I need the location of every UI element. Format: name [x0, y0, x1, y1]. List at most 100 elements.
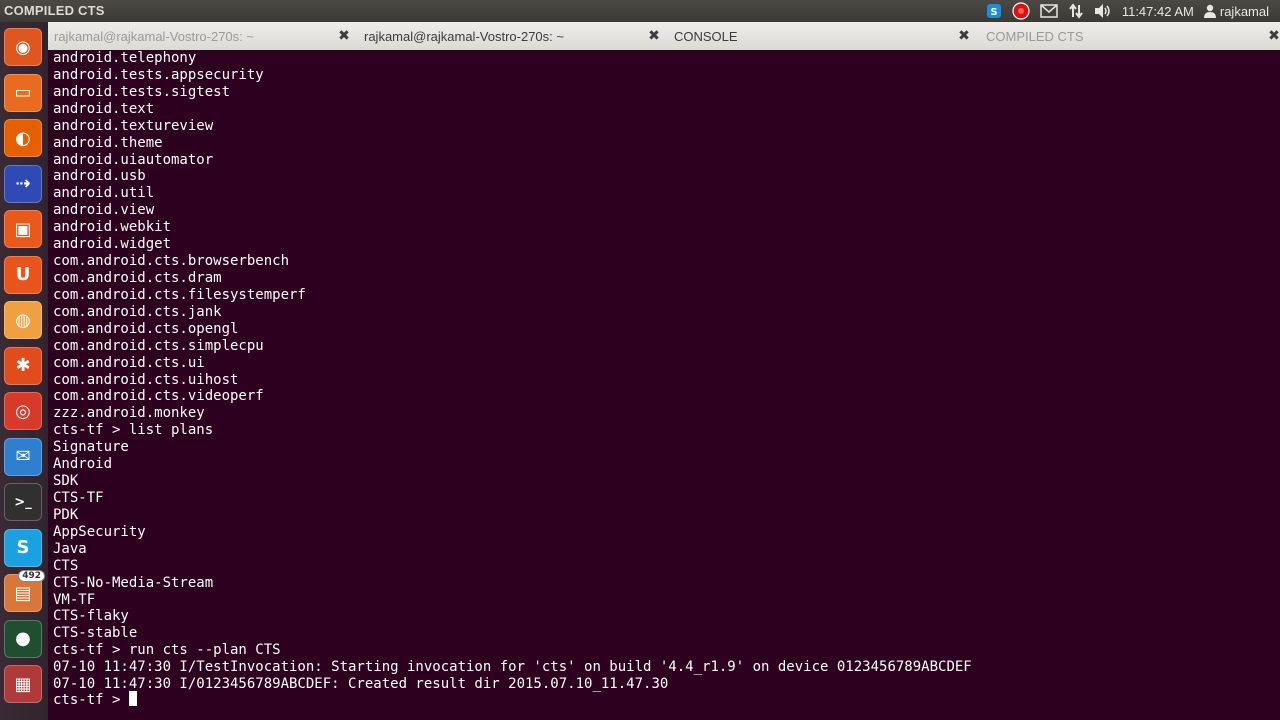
- prompt-text: cts-tf >: [53, 692, 129, 708]
- dash-home-icon[interactable]: ◉: [4, 28, 42, 66]
- volume-icon[interactable]: [1089, 0, 1117, 22]
- record-icon[interactable]: [1007, 0, 1035, 22]
- ubuntu-software-icon-glyph: ▣: [14, 218, 32, 240]
- thunderbird-icon[interactable]: ✉: [4, 437, 42, 476]
- top-panel: COMPILED CTS S 11:47:42 AM rajkamal: [0, 0, 1280, 22]
- clock[interactable]: 11:47:42 AM: [1117, 0, 1199, 22]
- window-title: COMPILED CTS: [4, 3, 105, 18]
- terminal-line: CTS-TF: [53, 489, 104, 506]
- terminal-line: 07-10 11:47:30 I/0123456789ABCDEF: Creat…: [53, 676, 669, 693]
- tab-compiled-cts[interactable]: COMPILED CTS: [986, 22, 1266, 50]
- skype-tray-icon[interactable]: S: [981, 0, 1007, 22]
- terminal-lines: android.telephony android.tests.appsecuri…: [53, 50, 972, 693]
- mail-icon[interactable]: [1035, 0, 1063, 22]
- user-menu[interactable]: rajkamal: [1199, 0, 1274, 22]
- tab-label: rajkamal@rajkamal-Vostro-270s: ~: [364, 28, 564, 44]
- close-tab-1-icon[interactable]: ✖: [336, 28, 352, 44]
- terminal-output[interactable]: android.telephony android.tests.appsecuri…: [48, 50, 1280, 720]
- close-tab-3-icon[interactable]: ✖: [956, 28, 972, 44]
- workspace-switcher-icon[interactable]: ▦: [4, 665, 42, 703]
- terminal-line: SDK: [53, 473, 79, 490]
- terminal-line: com.android.cts.browserbench: [53, 253, 290, 270]
- scrollbar[interactable]: [1270, 50, 1280, 720]
- close-tab-4-icon[interactable]: ✖: [1266, 28, 1280, 44]
- user-icon: [1203, 4, 1216, 18]
- terminal-line: com.android.cts.opengl: [53, 320, 239, 337]
- workspace-switcher-icon-glyph: ▦: [14, 673, 32, 695]
- terminal-line: android.text: [53, 100, 155, 117]
- update-manager-icon[interactable]: ▤ 492: [4, 571, 44, 612]
- skype-icon-glyph: S: [16, 537, 30, 558]
- remote-desktop-icon-glyph: ⇢: [15, 173, 31, 194]
- terminal-line: com.android.cts.simplecpu: [53, 337, 264, 354]
- system-settings-icon-glyph: ✱: [15, 355, 31, 376]
- terminal-line: 07-10 11:47:30 I/TestInvocation: Startin…: [53, 659, 972, 676]
- disk-icon[interactable]: ◎: [4, 392, 42, 430]
- files-icon-glyph: ▭: [14, 82, 32, 103]
- disk-icon-glyph: ◎: [15, 400, 31, 422]
- terminal-line: com.android.cts.videoperf: [53, 388, 264, 405]
- terminal-line: android.webkit: [53, 219, 172, 236]
- terminal-line: PDK: [53, 506, 79, 523]
- blender-icon[interactable]: ◍: [4, 301, 42, 339]
- terminal-line: VM-TF: [53, 591, 96, 608]
- indicator-tray: S 11:47:42 AM rajkamal: [981, 0, 1274, 22]
- terminal-line: zzz.android.monkey: [53, 405, 205, 422]
- tab-label: rajkamal@rajkamal-Vostro-270s: ~: [54, 28, 254, 44]
- tab-terminal-2[interactable]: rajkamal@rajkamal-Vostro-270s: ~: [364, 22, 644, 50]
- terminal-line: android.theme: [53, 134, 163, 151]
- terminal-line: android.util: [53, 185, 155, 202]
- terminal-line: Signature: [53, 439, 129, 456]
- tab-label: COMPILED CTS: [986, 28, 1084, 44]
- terminal-line: com.android.cts.filesystemperf: [53, 286, 306, 303]
- terminal-line: CTS-stable: [53, 625, 138, 642]
- terminal-line: Android: [53, 456, 113, 473]
- camera-icon[interactable]: ●: [4, 619, 42, 658]
- update-count-badge: 492: [19, 571, 44, 581]
- close-tab-2-icon[interactable]: ✖: [646, 28, 662, 44]
- files-icon[interactable]: ▭: [4, 73, 42, 112]
- terminal-line: android.uiautomator: [53, 151, 214, 168]
- terminal-line: android.textureview: [53, 117, 214, 134]
- terminal-line: cts-tf > run cts --plan CTS: [53, 642, 281, 659]
- ubuntu-one-icon-glyph: U: [15, 264, 31, 285]
- terminal-line: com.android.cts.jank: [53, 303, 222, 320]
- terminal-line: CTS: [53, 557, 79, 574]
- svg-text:S: S: [990, 7, 997, 18]
- system-settings-icon[interactable]: ✱: [4, 346, 42, 385]
- terminal-line: CTS-flaky: [53, 608, 129, 625]
- tab-label: CONSOLE: [674, 28, 738, 44]
- terminal-line: android.tests.sigtest: [53, 83, 231, 100]
- terminal-line: android.view: [53, 202, 155, 219]
- firefox-icon-glyph: ◐: [15, 127, 31, 149]
- terminal-line: com.android.cts.uihost: [53, 371, 239, 388]
- ubuntu-one-icon[interactable]: U: [4, 255, 42, 294]
- ubuntu-software-icon[interactable]: ▣: [4, 210, 42, 248]
- terminal-line: Java: [53, 540, 87, 557]
- terminal-icon-glyph: >_: [14, 494, 32, 510]
- terminal-prompt[interactable]: cts-tf >: [53, 691, 137, 709]
- user-name: rajkamal: [1219, 3, 1269, 19]
- update-manager-icon-glyph: ▤: [14, 582, 32, 604]
- firefox-icon[interactable]: ◐: [4, 119, 42, 157]
- network-icon[interactable]: [1063, 0, 1089, 22]
- skype-icon[interactable]: S: [4, 528, 42, 567]
- tab-console[interactable]: CONSOLE: [674, 22, 954, 50]
- terminal-tab-bar: rajkamal@rajkamal-Vostro-270s: ~ ✖ rajka…: [48, 22, 1280, 51]
- terminal-line: com.android.cts.ui: [53, 354, 205, 371]
- terminal-line: android.widget: [53, 236, 172, 253]
- terminal-line: CTS-No-Media-Stream: [53, 574, 214, 591]
- terminal-line: android.tests.appsecurity: [53, 66, 264, 83]
- terminal-icon[interactable]: >_: [4, 483, 42, 521]
- thunderbird-icon-glyph: ✉: [15, 446, 31, 467]
- terminal-line: android.telephony: [53, 50, 197, 66]
- terminal-line: AppSecurity: [53, 523, 146, 540]
- text-cursor: [128, 691, 137, 706]
- terminal-line: com.android.cts.dram: [53, 269, 222, 286]
- remote-desktop-icon[interactable]: ⇢: [4, 164, 42, 203]
- camera-icon-glyph: ●: [15, 628, 31, 649]
- tab-terminal-1[interactable]: rajkamal@rajkamal-Vostro-270s: ~: [54, 22, 334, 50]
- terminal-line: cts-tf > list plans: [53, 422, 214, 439]
- dash-home-icon-glyph: ◉: [15, 36, 31, 58]
- terminal-line: android.usb: [53, 168, 146, 185]
